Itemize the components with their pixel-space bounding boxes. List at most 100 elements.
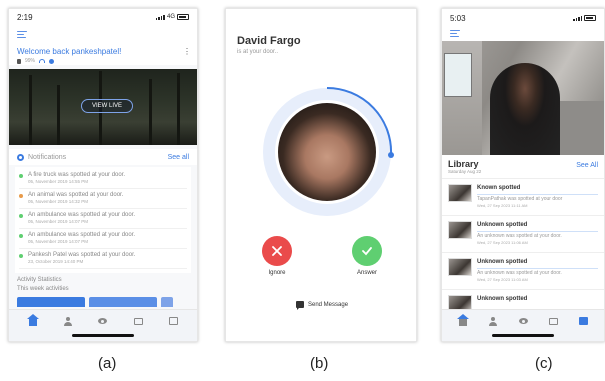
item-time: Wed, 27 Sep 2023 11:11 AM — [477, 203, 528, 208]
ignore-button[interactable] — [262, 236, 292, 266]
caller-name: David Fargo — [237, 35, 301, 47]
notifications-header: Notifications See all — [9, 149, 197, 165]
device-battery-value: 99% — [25, 58, 36, 64]
caller-avatar-ring — [260, 85, 394, 219]
send-message-button[interactable]: Send Message — [296, 301, 349, 310]
activity-card[interactable] — [161, 297, 173, 307]
status-time: 2:19 — [17, 12, 33, 22]
activity-title: Activity Statistics — [17, 277, 62, 283]
top-menu-bar — [442, 27, 604, 41]
list-item[interactable]: Unknown spotted An unknown was spotted a… — [442, 215, 604, 252]
screen-library: 5:03 Library See All Saturday Aug 22 Kno… — [441, 8, 605, 342]
status-icons — [573, 15, 596, 21]
eye-icon[interactable] — [518, 316, 528, 326]
notification-text: An ambulance was spotted at your door. — [28, 232, 136, 238]
item-message: TapanPathak was spotted at your door — [477, 194, 598, 203]
image-icon[interactable] — [548, 316, 558, 326]
snapshot-thumbnail — [448, 221, 472, 239]
item-time: Wed, 27 Sep 2023 11:06 AM — [477, 240, 528, 245]
item-label: Unknown spotted — [477, 222, 528, 228]
bottom-tab-bar — [442, 309, 604, 341]
network-label: 4G — [166, 14, 175, 20]
view-live-button[interactable]: VIEW LIVE — [81, 99, 133, 113]
see-all-link[interactable]: See all — [168, 154, 189, 161]
caller-status: is at your door.. — [237, 49, 279, 55]
item-time: Wed, 27 Sep 2023 11:03 AM — [477, 277, 528, 282]
notification-text: An ambulance was spotted at your door. — [28, 212, 136, 218]
image-icon[interactable] — [133, 316, 143, 326]
notification-text: An animal was spotted at your door. — [28, 192, 124, 198]
notification-item[interactable]: An ambulance was spotted at your door. 0… — [19, 209, 187, 229]
notification-item[interactable]: An animal was spotted at your door. 05, … — [19, 189, 187, 209]
see-all-link[interactable]: See All — [576, 162, 598, 169]
wifi-icon — [39, 59, 46, 63]
item-label: Unknown spotted — [477, 259, 528, 265]
status-dot — [19, 174, 23, 178]
menu-icon[interactable] — [17, 31, 27, 38]
status-dot — [19, 194, 23, 198]
notification-time: 05, November 2019 14:32 PM — [28, 199, 89, 204]
device-status-row: 99% — [17, 58, 189, 64]
answer-label: Answer — [356, 270, 377, 276]
status-bar: 5:03 — [442, 9, 604, 27]
welcome-message: Welcome back pankeshpatel! — [17, 47, 122, 56]
library-icon[interactable] — [578, 316, 588, 326]
activity-card[interactable] — [17, 297, 85, 307]
signal-icon — [573, 15, 582, 21]
menu-icon[interactable] — [450, 30, 460, 37]
snapshot-thumbnail — [448, 184, 472, 202]
battery-icon — [177, 14, 189, 20]
caller-photo — [278, 103, 376, 201]
notification-text: Pankesh Patel was spotted at your door. — [28, 252, 136, 258]
status-dot — [19, 234, 23, 238]
eye-icon — [17, 153, 24, 161]
item-message: An unknown was spotted at your door. — [477, 268, 598, 277]
home-indicator — [72, 334, 134, 337]
caption-b: (b) — [310, 355, 329, 372]
item-label: Known spotted — [477, 185, 521, 191]
eye-icon[interactable] — [98, 316, 108, 326]
status-icons: 4G — [155, 14, 189, 20]
screen-dashboard: 2:19 4G Welcome back pankeshpatel! ⋮ 99%… — [8, 8, 198, 342]
item-message: An unknown was spotted at your door. — [477, 231, 598, 240]
status-bar: 2:19 4G — [9, 9, 197, 25]
more-options-icon[interactable]: ⋮ — [183, 47, 191, 56]
user-icon[interactable] — [63, 316, 73, 326]
close-icon — [272, 246, 282, 256]
live-video-preview[interactable]: VIEW LIVE — [9, 69, 197, 145]
library-icon[interactable] — [168, 316, 178, 326]
notification-item[interactable]: A fire truck was spotted at your door. 0… — [19, 169, 187, 189]
signal-icon — [155, 14, 165, 20]
activity-card[interactable] — [89, 297, 157, 307]
library-header: Library See All — [442, 155, 604, 169]
status-time: 5:03 — [450, 13, 466, 23]
chat-icon — [296, 301, 304, 310]
send-message-label: Send Message — [308, 301, 349, 308]
item-label: Unknown spotted — [477, 296, 528, 302]
home-indicator — [492, 334, 554, 337]
notification-item[interactable]: Pankesh Patel was spotted at your door. … — [19, 249, 187, 269]
notification-time: 05, November 2019 14:07 PM — [28, 219, 89, 224]
home-icon[interactable] — [457, 314, 469, 326]
library-date: Saturday Aug 22 — [448, 169, 482, 174]
snapshot-thumbnail — [448, 258, 472, 276]
answer-button[interactable] — [352, 236, 382, 266]
notification-time: 05, November 2019 14:07 PM — [28, 239, 89, 244]
notification-time: 05, November 2019 14:55 PM — [28, 179, 89, 184]
notification-list: A fire truck was spotted at your door. 0… — [15, 167, 191, 273]
notifications-title: Notifications — [28, 153, 67, 161]
status-dot — [19, 214, 23, 218]
list-item[interactable]: Known spotted TapanPathak was spotted at… — [442, 178, 604, 215]
activity-statistics: Activity Statistics This week activities — [9, 273, 197, 297]
welcome-section: Welcome back pankeshpatel! ⋮ 99% — [9, 45, 197, 65]
camera-snapshot[interactable] — [442, 41, 604, 155]
activity-cards — [9, 297, 197, 307]
device-battery-icon — [17, 58, 21, 64]
user-icon[interactable] — [488, 316, 498, 326]
notification-item[interactable]: An ambulance was spotted at your door. 0… — [19, 229, 187, 249]
home-icon[interactable] — [26, 314, 39, 326]
list-item[interactable]: Unknown spotted An unknown was spotted a… — [442, 252, 604, 289]
activity-subtitle: This week activities — [17, 286, 69, 292]
top-menu-bar — [9, 25, 197, 45]
notification-time: 23, October 2019 14:40 PM — [28, 259, 84, 264]
